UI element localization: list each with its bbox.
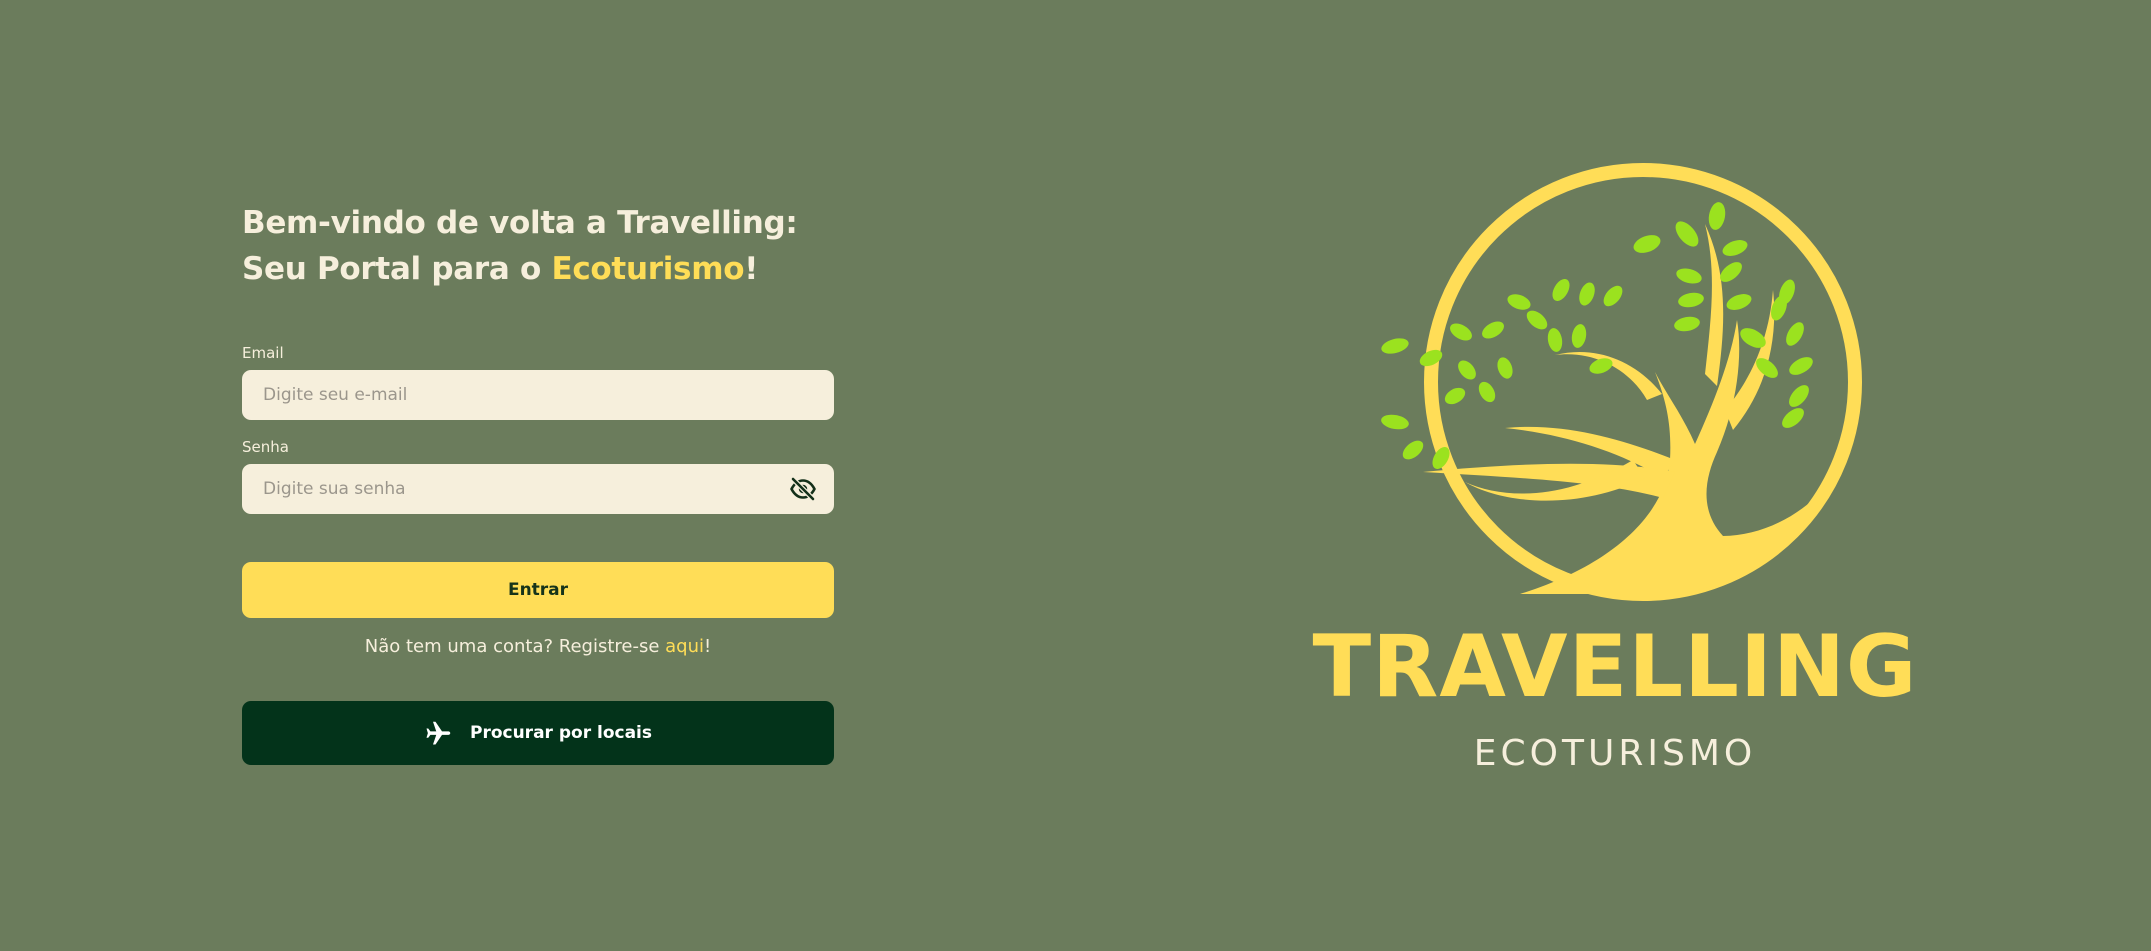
- login-button[interactable]: Entrar: [242, 562, 834, 618]
- tree-circle-logo-icon: [1381, 163, 1862, 601]
- brand-name: TRAVELLING: [1312, 617, 1918, 717]
- register-suffix: !: [704, 636, 712, 657]
- page-title: Bem-vindo de volta a Travelling: Seu Por…: [242, 200, 834, 292]
- register-link[interactable]: aqui: [665, 636, 704, 657]
- headline-accent: Ecoturismo: [551, 251, 745, 287]
- email-field[interactable]: [242, 370, 834, 420]
- search-places-label: Procurar por locais: [469, 723, 652, 743]
- login-panel: Bem-vindo de volta a Travelling: Seu Por…: [242, 200, 834, 765]
- password-label: Senha: [242, 438, 289, 456]
- brand-tagline: ECOTURISMO: [1473, 733, 1757, 774]
- register-text: Não tem uma conta? Registre-se: [364, 636, 666, 657]
- email-field-wrapper: [242, 370, 834, 420]
- password-field[interactable]: [242, 464, 834, 514]
- airplane-icon: [426, 721, 451, 745]
- register-prompt: Não tem uma conta? Registre-se aqui!: [242, 636, 834, 657]
- eye-slash-icon[interactable]: [790, 477, 816, 501]
- password-field-wrapper: [242, 464, 834, 514]
- headline-end: !: [744, 251, 759, 287]
- email-label: Email: [242, 344, 284, 362]
- brand-panel: TRAVELLING ECOTURISMO: [1300, 160, 1930, 772]
- search-places-button[interactable]: Procurar por locais: [242, 701, 834, 765]
